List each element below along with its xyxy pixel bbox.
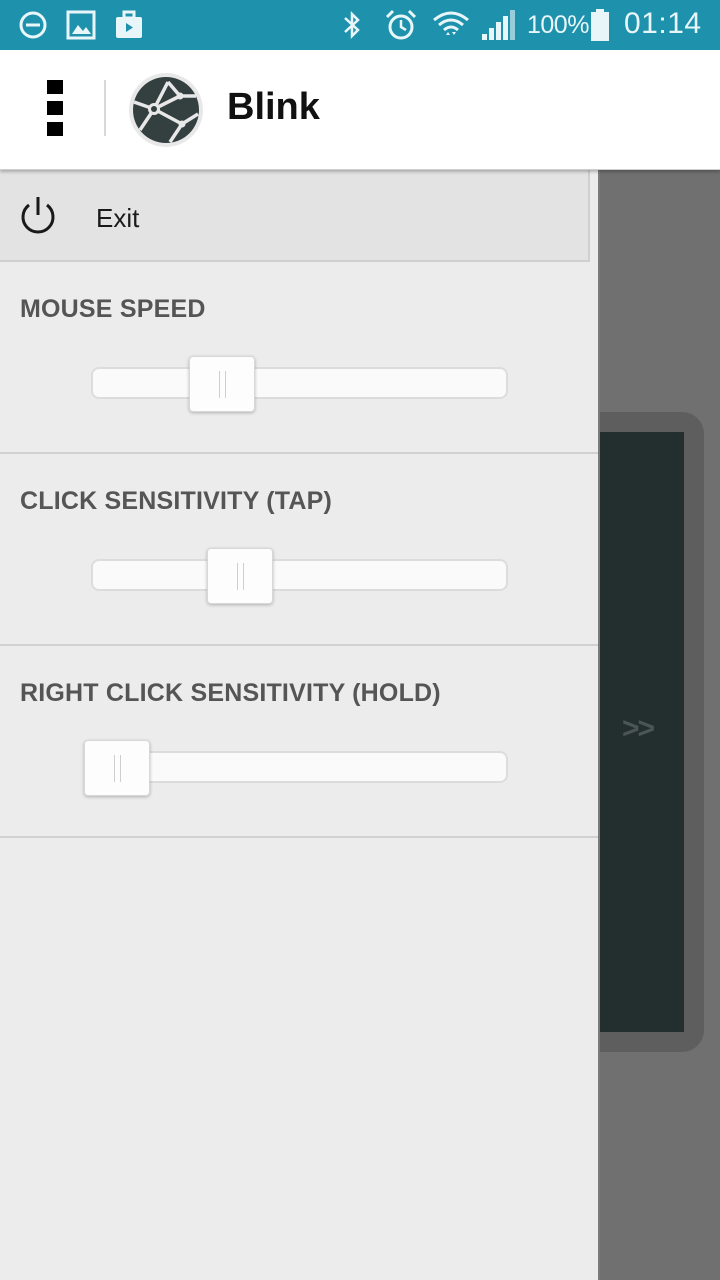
click-sensitivity-label: CLICK SENSITIVITY (TAP) xyxy=(20,487,333,515)
mouse-speed-slider-track[interactable] xyxy=(91,367,508,399)
mouse-speed-section: MOUSE SPEED xyxy=(0,262,598,454)
blink-logo-icon xyxy=(129,73,203,147)
bluetooth-icon xyxy=(344,10,360,40)
mouse-speed-label: MOUSE SPEED xyxy=(20,295,206,323)
click-sensitivity-slider-thumb[interactable] xyxy=(206,548,273,604)
do-not-disturb-icon xyxy=(19,11,47,39)
alarm-icon xyxy=(385,9,417,40)
right-click-sensitivity-slider-track[interactable] xyxy=(91,751,508,783)
signal-icon xyxy=(482,10,515,40)
right-click-sensitivity-section: RIGHT CLICK SENSITIVITY (HOLD) xyxy=(0,646,598,838)
image-icon xyxy=(66,10,96,40)
overflow-menu-icon[interactable] xyxy=(47,80,65,136)
clock: 01:14 xyxy=(624,7,702,40)
click-sensitivity-slider-track[interactable] xyxy=(91,559,508,591)
app-title: Blink xyxy=(227,86,320,128)
exit-button[interactable]: Exit xyxy=(0,170,590,262)
exit-label: Exit xyxy=(96,203,140,233)
click-sensitivity-section: CLICK SENSITIVITY (TAP) xyxy=(0,454,598,646)
status-bar: 100% 01:14 xyxy=(0,0,720,50)
settings-drawer: Exit MOUSE SPEED CLICK SENSITIVITY (TAP)… xyxy=(0,170,600,1280)
battery-icon xyxy=(591,9,609,41)
app-bar: Blink xyxy=(0,50,720,170)
battery-percent: 100% xyxy=(527,11,589,39)
power-icon xyxy=(21,197,55,234)
wifi-icon xyxy=(433,11,469,35)
expand-chevrons[interactable]: >> xyxy=(622,712,655,746)
briefcase-icon xyxy=(116,10,142,38)
right-click-sensitivity-slider-thumb[interactable] xyxy=(84,740,150,796)
appbar-divider xyxy=(104,80,106,136)
mouse-speed-slider-thumb[interactable] xyxy=(188,356,255,412)
right-click-sensitivity-label: RIGHT CLICK SENSITIVITY (HOLD) xyxy=(20,679,441,707)
